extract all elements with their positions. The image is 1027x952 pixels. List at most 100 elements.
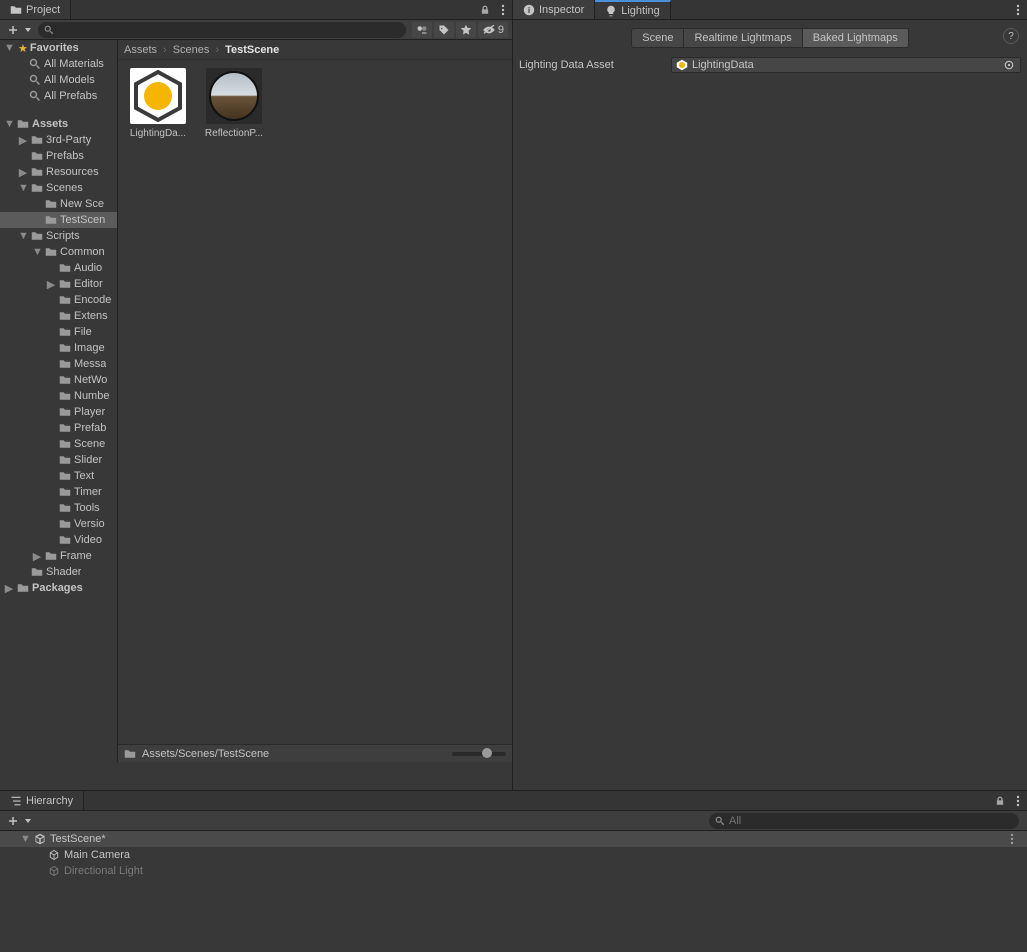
hierarchy-item-label: Directional Light [64,865,143,877]
add-dropdown[interactable] [24,22,32,38]
lock-icon[interactable] [476,0,494,19]
tree-item[interactable]: Prefabs [0,148,117,164]
project-tab-label: Project [26,4,60,16]
tree-item-label: Slider [74,454,102,466]
expand-arrow-icon[interactable]: ▶ [32,550,42,563]
tree-item[interactable]: Prefab [0,420,117,436]
expand-arrow-icon[interactable]: ▼ [32,246,42,258]
folder-icon [58,406,72,418]
hierarchy-search[interactable] [709,813,1019,829]
tree-item-label: Messa [74,358,106,370]
folder-icon [44,198,58,210]
object-picker-button[interactable] [1002,58,1016,72]
folder-icon [58,326,72,338]
filter-by-label-button[interactable] [434,22,454,38]
tree-item[interactable]: Timer [0,484,117,500]
tree-item[interactable]: Versio [0,516,117,532]
asset-item-lightingdata[interactable]: LightingDa... [126,68,190,139]
hierarchy-scene-row[interactable]: ▼ TestScene* [0,831,1027,847]
tree-item[interactable]: Tools [0,500,117,516]
tree-item[interactable]: Encode [0,292,117,308]
hierarchy-icon [10,795,22,807]
hierarchy-item[interactable]: Main Camera [0,847,1027,863]
expand-arrow-icon[interactable]: ▶ [18,134,28,147]
hidden-count-label: 9 [498,24,504,36]
thumbnail-size-slider[interactable] [452,752,506,756]
inspector-tab[interactable]: i Inspector [513,0,595,19]
expand-arrow-icon[interactable]: ▶ [46,278,56,291]
breadcrumb-item[interactable]: Scenes [173,44,210,56]
tree-item-label: Image [74,342,105,354]
tree-item[interactable]: Video [0,532,117,548]
kebab-icon[interactable] [494,0,512,19]
hierarchy-search-input[interactable] [729,815,1013,827]
favorite-item[interactable]: All Materials [0,56,117,72]
expand-arrow-icon[interactable]: ▼ [18,230,28,242]
segment-realtime-lightmaps[interactable]: Realtime Lightmaps [684,29,802,47]
tree-item[interactable]: ▶Editor [0,276,117,292]
favorite-item[interactable]: All Models [0,72,117,88]
lightbulb-icon [605,5,617,17]
tree-item-label: New Sce [60,198,104,210]
assets-header[interactable]: ▼ Assets [0,116,117,132]
gameobject-icon [48,865,60,877]
tree-item[interactable]: Text [0,468,117,484]
tree-item[interactable]: ▶Resources [0,164,117,180]
hidden-count-button[interactable]: 9 [478,22,508,38]
tree-item[interactable]: ▼Common [0,244,117,260]
add-dropdown[interactable] [24,813,32,829]
tree-item[interactable]: Messa [0,356,117,372]
tree-item-label: Frame [60,550,92,562]
segment-scene[interactable]: Scene [632,29,684,47]
tree-item[interactable]: New Sce [0,196,117,212]
segment-baked-lightmaps[interactable]: Baked Lightmaps [803,29,908,47]
hierarchy-item[interactable]: Directional Light [0,863,1027,879]
tree-item[interactable]: Image [0,340,117,356]
tree-item[interactable]: ▶ Frame [0,548,117,564]
gameobject-icon [48,849,60,861]
project-search-input[interactable] [58,24,400,36]
kebab-icon[interactable] [1009,791,1027,810]
favorite-item[interactable]: All Prefabs [0,88,117,104]
tree-item[interactable]: Extens [0,308,117,324]
tree-item[interactable]: Shader [0,564,117,580]
expand-arrow-icon[interactable]: ▼ [18,182,28,194]
tree-item[interactable]: ▶3rd-Party [0,132,117,148]
tree-item[interactable]: Scene [0,436,117,452]
tree-item[interactable]: Numbe [0,388,117,404]
tree-item[interactable]: TestScen [0,212,117,228]
add-button[interactable] [4,22,22,38]
help-button[interactable]: ? [1003,28,1019,44]
folder-icon [10,4,22,16]
tree-item[interactable]: Audio [0,260,117,276]
expand-arrow-icon[interactable]: ▶ [18,166,28,179]
tree-item[interactable]: Slider [0,452,117,468]
kebab-icon[interactable] [1009,0,1027,19]
tree-item[interactable]: ▼Scripts [0,228,117,244]
lighting-asset-icon [676,59,688,71]
kebab-icon[interactable] [1003,831,1021,847]
lighting-tab[interactable]: Lighting [595,0,671,19]
tree-item[interactable]: File [0,324,117,340]
tree-item[interactable]: ▼Scenes [0,180,117,196]
project-tree: ▼ ★ Favorites All Materials All Models [0,40,118,762]
packages-header[interactable]: ▶ Packages [0,580,117,596]
filter-by-type-button[interactable] [412,22,432,38]
asset-item-reflectionprobe[interactable]: ReflectionP... [202,68,266,139]
hierarchy-tab[interactable]: Hierarchy [0,791,84,810]
project-tab[interactable]: Project [0,0,71,19]
hierarchy-item-label: Main Camera [64,849,130,861]
breadcrumb-item[interactable]: TestScene [225,44,279,56]
lighting-data-asset-field[interactable]: LightingData [671,57,1021,73]
hierarchy-toolbar [0,811,1027,831]
save-search-button[interactable] [456,22,476,38]
tree-item[interactable]: NetWo [0,372,117,388]
tree-item-label: Player [74,406,105,418]
add-button[interactable] [4,813,22,829]
project-search[interactable] [38,22,406,38]
breadcrumb-item[interactable]: Assets [124,44,157,56]
tree-item[interactable]: Player [0,404,117,420]
lock-icon[interactable] [991,791,1009,810]
favorites-header[interactable]: ▼ ★ Favorites [0,40,117,56]
asset-grid[interactable]: LightingDa... ReflectionP... [118,60,512,744]
